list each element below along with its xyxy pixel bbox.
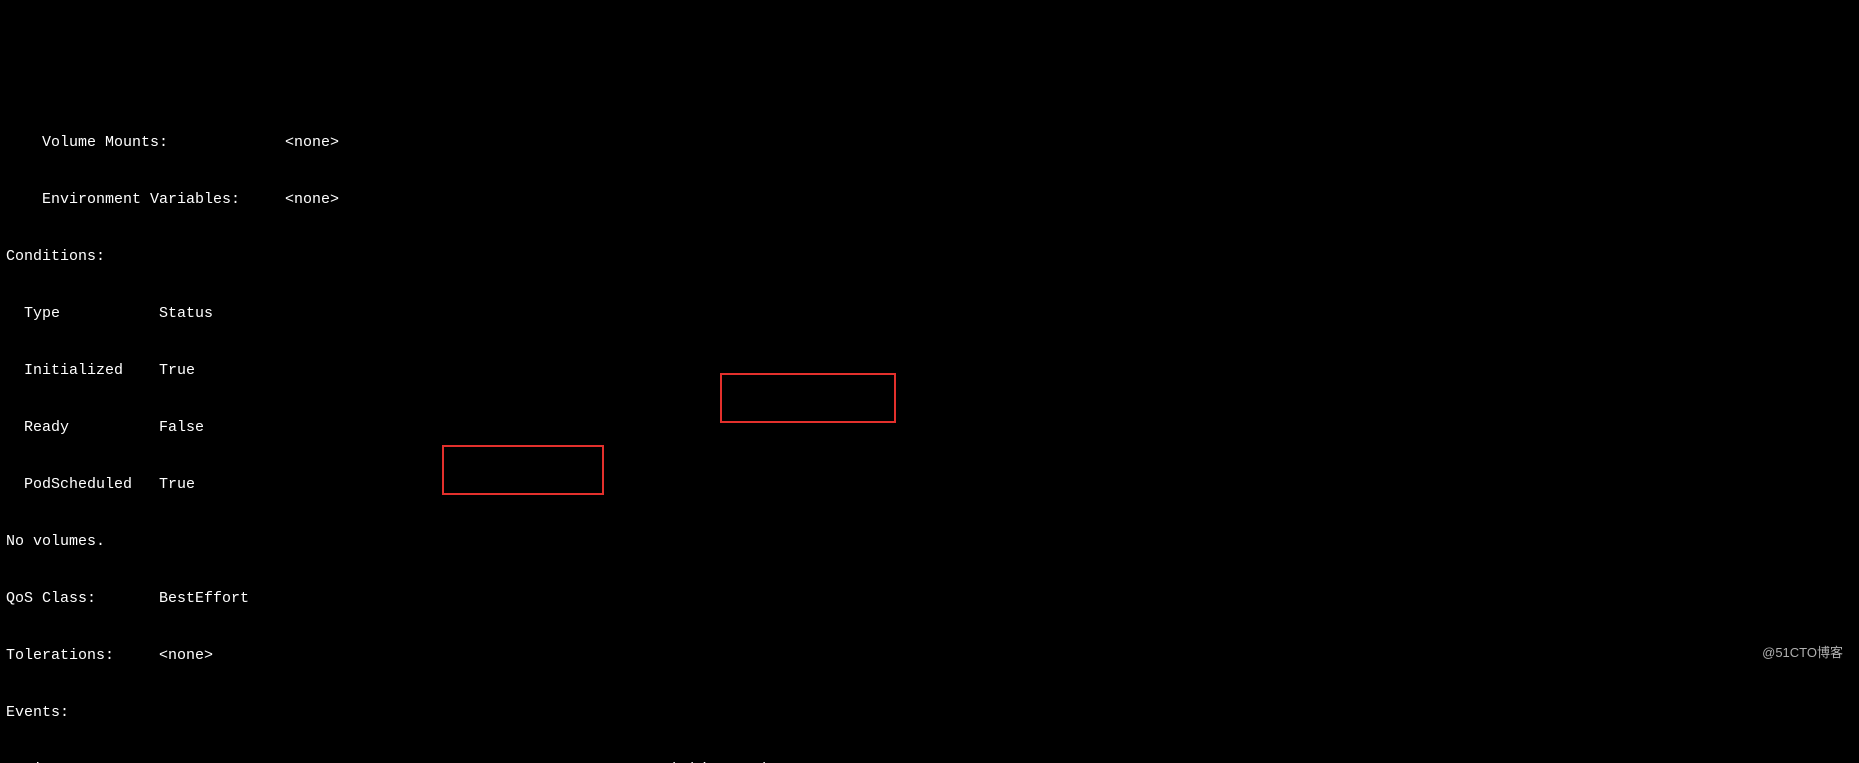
terminal-line: No volumes. <box>6 532 1853 551</box>
terminal-line: Type Status <box>6 304 1853 323</box>
terminal-line: Conditions: <box>6 247 1853 266</box>
highlight-box-1 <box>720 373 896 423</box>
terminal-line: Tolerations: <none> <box>6 646 1853 665</box>
terminal-line: Events: <box>6 703 1853 722</box>
terminal-line: Environment Variables: <none> <box>6 190 1853 209</box>
terminal-line: Ready False <box>6 418 1853 437</box>
terminal-output: Volume Mounts: <none> Environment Variab… <box>0 95 1859 668</box>
terminal-line: Initialized True <box>6 361 1853 380</box>
terminal-line: QoS Class: BestEffort <box>6 589 1853 608</box>
watermark: @51CTO博客 <box>1762 643 1843 662</box>
terminal-line: Volume Mounts: <none> <box>6 133 1853 152</box>
events-header: FirstSeen LastSeen Count From SubObjectP… <box>6 760 1853 763</box>
terminal-line: PodScheduled True <box>6 475 1853 494</box>
